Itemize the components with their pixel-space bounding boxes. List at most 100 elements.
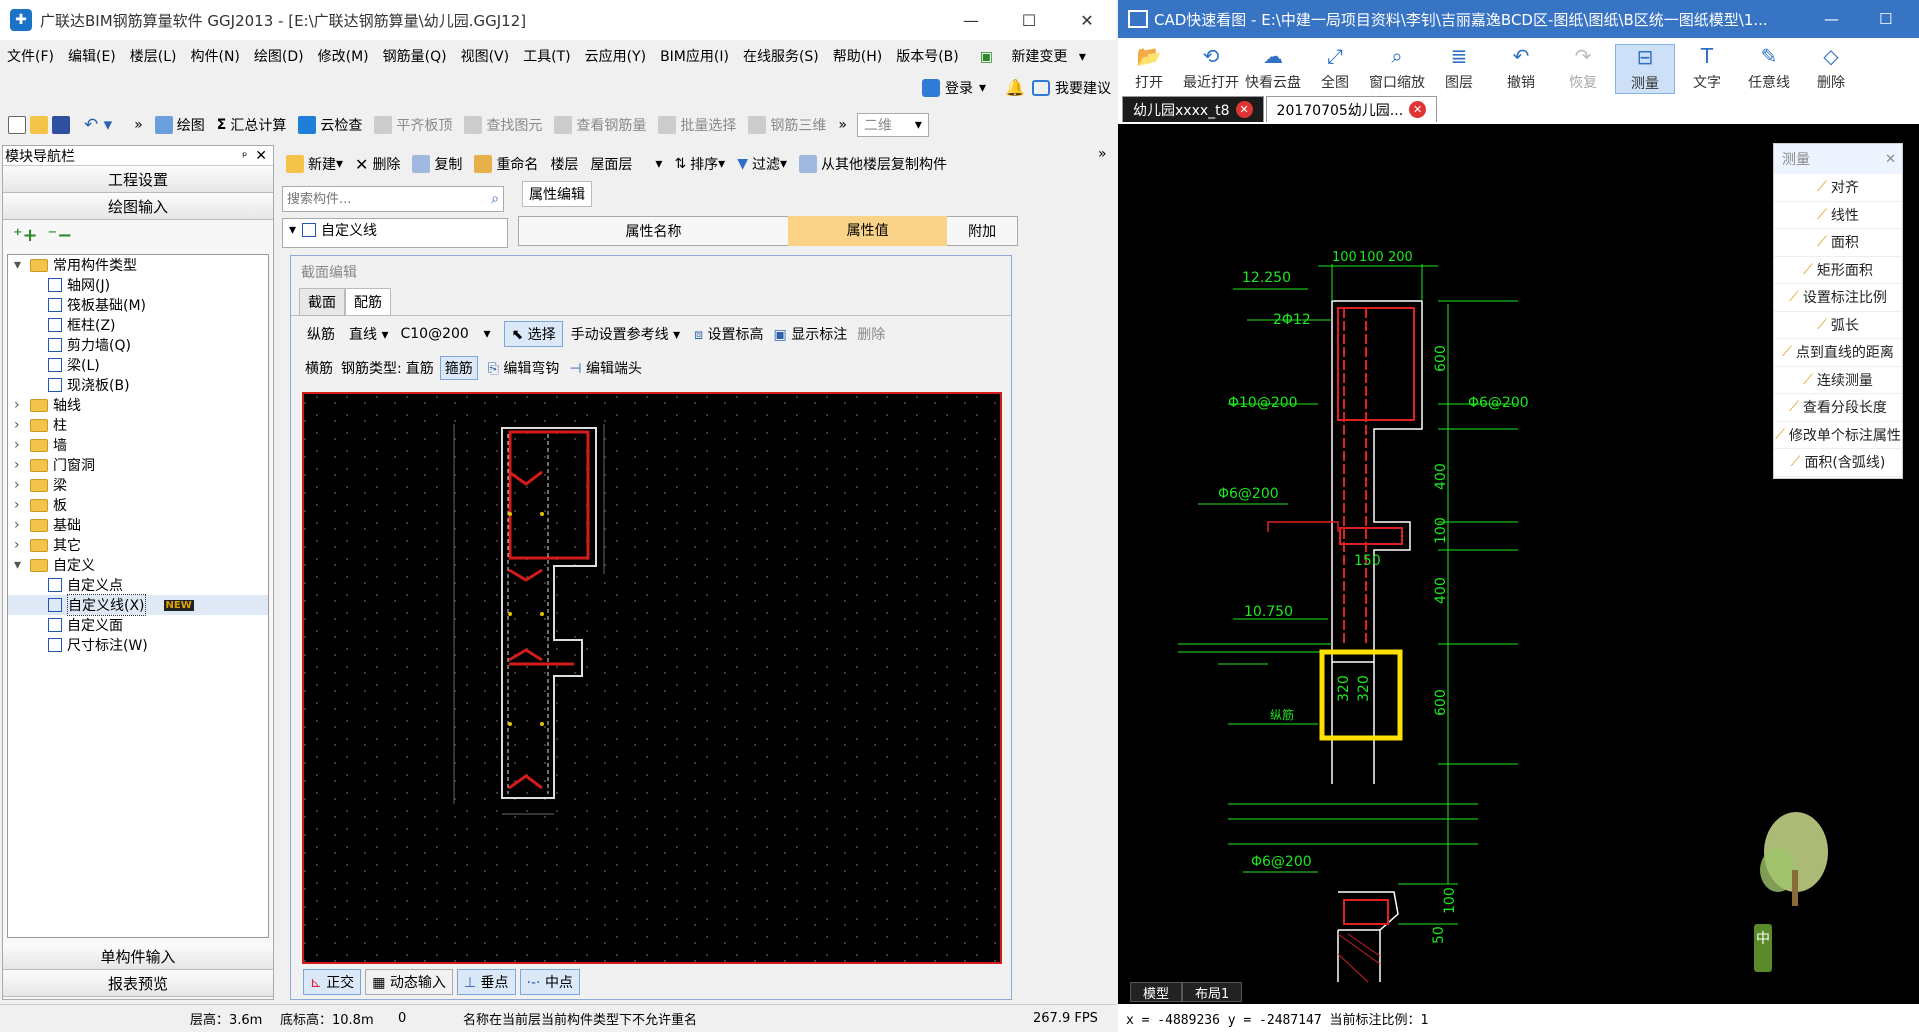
tab-close-icon[interactable]: ✕ [1235,101,1253,118]
select-tool-button[interactable]: ⬉ 选择 [504,321,563,347]
expand-all-icon[interactable]: ⁺+ [13,225,38,246]
search-input[interactable] [283,188,473,210]
tree-folder[interactable]: › 轴线 [8,395,268,415]
new-component-button[interactable]: 新建 ▾ [286,154,343,174]
save-icon[interactable] [52,116,70,134]
copy-from-floor-button[interactable]: 从其他楼层复制构件 [799,154,947,174]
undo-icon[interactable]: ↶ ▾ [84,115,112,135]
menu-version[interactable]: 版本号(B) [889,46,966,66]
menu-draw[interactable]: 绘图(D) [247,46,311,66]
edit-hook-button[interactable]: ⎘ 编辑弯钩 [488,358,560,378]
ribbon-button[interactable]: ↷ 恢复 [1553,44,1613,92]
expand-arrow-icon[interactable]: › [14,517,30,533]
new-file-icon[interactable] [8,116,26,134]
measure-item[interactable]: ⟋ 弧长 [1774,312,1902,339]
menu-bim[interactable]: BIM应用(I) [653,46,736,66]
edit-end-button[interactable]: ⊣ 编辑端头 [569,358,642,378]
measure-item[interactable]: ⟋ 面积(含弧线) [1774,449,1902,477]
tree-item[interactable]: 自定义点 [8,575,268,595]
draw-input-button[interactable]: 绘图输入 [3,193,273,220]
tree-folder[interactable]: › 梁 [8,475,268,495]
batch-select-button[interactable]: 批量选择 [658,115,736,135]
ribbon-button[interactable]: ≣ 图层 [1429,44,1489,92]
measure-item[interactable]: ⟋ 对齐 [1774,174,1902,202]
expand-arrow-icon[interactable]: › [14,477,30,493]
tree-item[interactable]: 剪力墙(Q) [8,335,268,355]
cad-maximize-button[interactable]: ☐ [1879,10,1892,28]
ribbon-button[interactable]: ⟲ 最近打开 [1181,44,1241,92]
tree-folder[interactable]: ▾ 自定义 [8,555,268,575]
tree-folder[interactable]: ▾ 常用构件类型 [8,255,268,275]
tab-rebar[interactable]: 配筋 [345,288,391,315]
perpendicular-button[interactable]: ⊥ 垂点 [456,969,516,995]
manual-ref-button[interactable]: 手动设置参考线 ▾ [571,324,680,344]
delete-component-button[interactable]: ✕ 删除 [355,154,400,174]
single-input-button[interactable]: 单构件输入 [3,943,273,970]
pin-icon[interactable]: ᵖ [242,149,247,163]
expand-arrow-icon[interactable]: › [14,457,30,473]
measure-item[interactable]: ⟋ 查看分段长度 [1774,394,1902,422]
expand-arrow-icon[interactable]: › [14,537,30,553]
ribbon-button[interactable]: ⊟ 测量 [1615,44,1675,94]
menu-help[interactable]: 帮助(H) [826,46,889,66]
tab-close-icon[interactable]: ✕ [1409,101,1427,118]
view-rebar-button[interactable]: 查看钢筋量 [554,115,646,135]
rename-button[interactable]: 重命名 [474,154,538,174]
rebar-spec-select[interactable]: C10@200 ▾ [400,326,490,342]
draw-button[interactable]: 绘图 [154,115,205,135]
tab-model[interactable]: 模型 [1130,982,1183,1002]
menu-floor[interactable]: 楼层(L) [123,46,184,66]
measure-item[interactable]: ⟋ 矩形面积 [1774,257,1902,284]
collapse-arrow-icon[interactable]: ▾ [14,557,30,573]
floor-select[interactable]: 屋面层 ▾ [590,154,662,174]
nav-close-icon[interactable]: ✕ [255,148,267,164]
ribbon-button[interactable]: ↶ 撤销 [1491,44,1551,92]
open-file-icon[interactable] [30,116,48,134]
menu-view[interactable]: 视图(V) [454,46,517,66]
section-canvas[interactable] [302,392,1002,964]
login-button[interactable]: 登录 ▾ [922,78,986,98]
midpoint-button[interactable]: ·-· 中点 [519,969,580,995]
tree-item[interactable]: 筏板基础(M) [8,295,268,315]
tree-item[interactable]: 自定义线(X) NEW [8,594,268,616]
menu-file[interactable]: 文件(F) [0,46,61,66]
minimize-button[interactable]: — [942,0,1000,40]
report-preview-button[interactable]: 报表预览 [3,970,273,997]
tree-folder[interactable]: › 柱 [8,415,268,435]
tree-folder[interactable]: › 基础 [8,515,268,535]
maximize-button[interactable]: ☐ [1000,0,1058,40]
expand-arrow-icon[interactable]: › [14,417,30,433]
more-icon[interactable]: » [1098,146,1107,162]
collapse-arrow-icon[interactable]: ▾ [14,257,30,273]
tab-section[interactable]: 截面 [299,288,345,315]
menu-cloud[interactable]: 云应用(Y) [578,46,653,66]
tree-item[interactable]: 自定义面 [8,615,268,635]
ribbon-button[interactable]: ⌕ 窗口缩放 [1367,44,1427,92]
ribbon-button[interactable]: ✎ 任意线 [1739,44,1799,92]
collapse-all-icon[interactable]: ⁻− [48,225,73,246]
calc-button[interactable]: Σ 汇总计算 [217,115,287,135]
tree-item[interactable]: 尺寸标注(W) [8,635,268,655]
search-icon[interactable]: ⌕ [491,191,499,207]
flush-slab-button[interactable]: 平齐板顶 [374,115,452,135]
show-mark-button[interactable]: ▣ 显示标注 [774,324,848,344]
cloud-check-button[interactable]: 云检查 [298,115,362,135]
menu-component[interactable]: 构件(N) [184,46,247,66]
measure-close-icon[interactable]: ✕ [1885,152,1896,167]
tree-item[interactable]: 现浇板(B) [8,375,268,395]
menu-edit[interactable]: 编辑(E) [61,46,123,66]
sort-button[interactable]: ⇅ 排序 ▾ [674,154,725,174]
ribbon-button[interactable]: ☁ 快看云盘 [1243,44,1303,92]
measure-item[interactable]: ⟋ 修改单个标注属性 [1774,422,1902,449]
tree-folder[interactable]: › 门窗洞 [8,455,268,475]
menu-new-change[interactable]: ▣ 新建变更 ▾ [966,46,1093,66]
tree-item[interactable]: 梁(L) [8,355,268,375]
feedback-button[interactable]: 我要建议 [1032,78,1111,98]
bell-icon[interactable]: 🔔 [1005,78,1025,97]
doc-tab-2[interactable]: 20170705幼儿园... ✕ [1265,96,1438,122]
project-settings-button[interactable]: 工程设置 [3,166,273,193]
find-element-button[interactable]: 查找图元 [464,115,542,135]
view-mode-select[interactable]: 二维 ▾ [856,113,929,137]
measure-item[interactable]: ⟋ 面积 [1774,229,1902,257]
measure-item[interactable]: ⟋ 连续测量 [1774,367,1902,394]
